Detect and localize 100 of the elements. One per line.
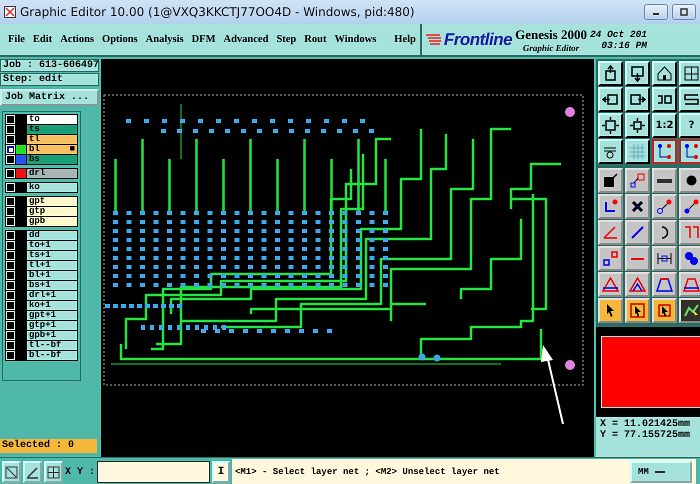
layer-checkbox[interactable] [6, 125, 15, 134]
layer-name[interactable]: bs+1 [27, 281, 77, 290]
layer-name[interactable]: gtp+1 [27, 321, 77, 330]
angle-icon [602, 224, 619, 241]
maximize-button[interactable] [672, 4, 696, 20]
menu-item[interactable]: Rout [300, 34, 330, 45]
slash-line-icon [26, 466, 39, 478]
menu-item[interactable]: Help [390, 34, 420, 45]
layer-checkbox[interactable] [6, 217, 15, 226]
bracket-icon [683, 224, 700, 241]
layer-checkbox[interactable] [6, 311, 15, 320]
cross-icon [629, 198, 646, 215]
menu-item[interactable]: Step [272, 34, 300, 45]
layer-checkbox[interactable] [6, 251, 15, 260]
layer-checkbox[interactable] [6, 231, 15, 240]
app-icon [4, 6, 16, 18]
layer-name[interactable]: gpb+1 [27, 331, 77, 340]
layer-name[interactable]: ts+1 [27, 251, 77, 260]
menu-item[interactable]: Windows [330, 34, 380, 45]
layout-icon [683, 65, 700, 82]
y-coordinate: Y = 77.155725mm [600, 430, 692, 441]
layer-name[interactable]: tl+1 [27, 261, 77, 270]
units-dropdown[interactable]: MM [630, 461, 692, 483]
layer-name[interactable]: ko+1 [27, 301, 77, 310]
date-text: 24 Oct 201 [590, 28, 647, 40]
pin-row-icon [657, 178, 672, 182]
measure-icon [656, 250, 673, 267]
minimize-button[interactable] [644, 4, 668, 20]
speed-lines-icon [426, 32, 442, 46]
step-label: Step: edit [0, 73, 99, 86]
fiducial-mark [565, 107, 575, 117]
layer-checkbox[interactable] [6, 145, 15, 154]
diagonal-line-icon [5, 466, 18, 478]
layer-name[interactable]: drl+1 [27, 291, 77, 300]
triangle-icon [629, 276, 646, 293]
layer-checkbox[interactable] [6, 241, 15, 250]
menu-item[interactable]: Actions [56, 34, 98, 45]
connect-icon [602, 198, 619, 215]
layer-checkbox[interactable] [6, 169, 15, 178]
grid-icon [629, 143, 646, 160]
maximize-icon [680, 8, 688, 16]
route-icon [656, 198, 673, 215]
window-title: Graphic Editor 10.00 (1@VXQ3KKCTJ77OO4D - Windows, pid:480) [20, 5, 416, 19]
brand-logo: Frontline [444, 30, 512, 50]
layer-name[interactable]: bl+1 [27, 271, 77, 280]
trapezoid-icon [683, 276, 700, 293]
net-icon [656, 143, 673, 160]
menu-item[interactable]: Options [98, 34, 142, 45]
product-name: Genesis 2000 [515, 26, 587, 42]
job-matrix-button[interactable]: Job Matrix ... [0, 89, 99, 106]
product-subtitle: Graphic Editor [522, 42, 580, 52]
tool-button[interactable]: ? [679, 113, 700, 138]
layer-checkbox[interactable] [6, 301, 15, 310]
layer-name[interactable]: to [27, 115, 77, 124]
tool-button[interactable]: 1:2 [652, 113, 677, 138]
layer-checkbox[interactable] [6, 291, 15, 300]
menu-item[interactable]: DFM [188, 34, 220, 45]
layer-name[interactable]: bs [27, 155, 77, 164]
trapezoid-icon [656, 276, 673, 293]
fiducial-mark [565, 360, 575, 370]
menu-item[interactable]: Edit [28, 34, 56, 45]
layer-checkbox[interactable] [6, 135, 15, 144]
layer-checkbox[interactable] [6, 321, 15, 330]
layer-name[interactable]: gpt [27, 197, 77, 206]
tool-button[interactable] [652, 139, 677, 164]
layer-checkbox[interactable] [6, 207, 15, 216]
layer-checkbox[interactable] [6, 261, 15, 270]
xy-label: X Y : [65, 466, 95, 478]
layer-checkbox[interactable] [6, 281, 15, 290]
dash-icon [631, 258, 644, 260]
cursor-icon [629, 302, 646, 319]
shape-icon [629, 172, 646, 189]
zoom-fit-icon [602, 117, 619, 134]
layer-name[interactable]: dd [27, 231, 77, 240]
circles-icon [683, 250, 700, 267]
layer-name[interactable]: ts [27, 125, 77, 134]
tool-button[interactable] [679, 139, 700, 164]
command-button[interactable]: I [212, 461, 230, 483]
menu-item[interactable]: Analysis [142, 34, 188, 45]
route-icon [683, 198, 700, 215]
pad-icon [602, 172, 619, 189]
layer-name[interactable]: gtp [27, 207, 77, 216]
layer-checkbox[interactable] [6, 183, 15, 192]
layer-name[interactable]: ko [27, 183, 77, 192]
menu-item[interactable]: Advanced [220, 34, 272, 45]
layer-name[interactable]: gpt+1 [27, 311, 77, 320]
layer-name[interactable]: gpb [27, 217, 77, 226]
layer-name[interactable]: to+1 [27, 241, 77, 250]
layer-checkbox[interactable] [6, 115, 15, 124]
menu-item[interactable]: File [4, 34, 29, 45]
home-icon [656, 65, 673, 82]
layer-checkbox[interactable] [6, 341, 15, 350]
zoom-center-icon [629, 117, 646, 134]
layer-checkbox[interactable] [6, 271, 15, 280]
layer-checkbox[interactable] [6, 351, 15, 360]
layer-checkbox[interactable] [6, 155, 15, 164]
layer-checkbox[interactable] [6, 331, 15, 340]
xy-input-field[interactable] [97, 461, 210, 483]
layer-checkbox[interactable] [6, 197, 15, 206]
selected-count: Selected : 0 [0, 439, 97, 453]
